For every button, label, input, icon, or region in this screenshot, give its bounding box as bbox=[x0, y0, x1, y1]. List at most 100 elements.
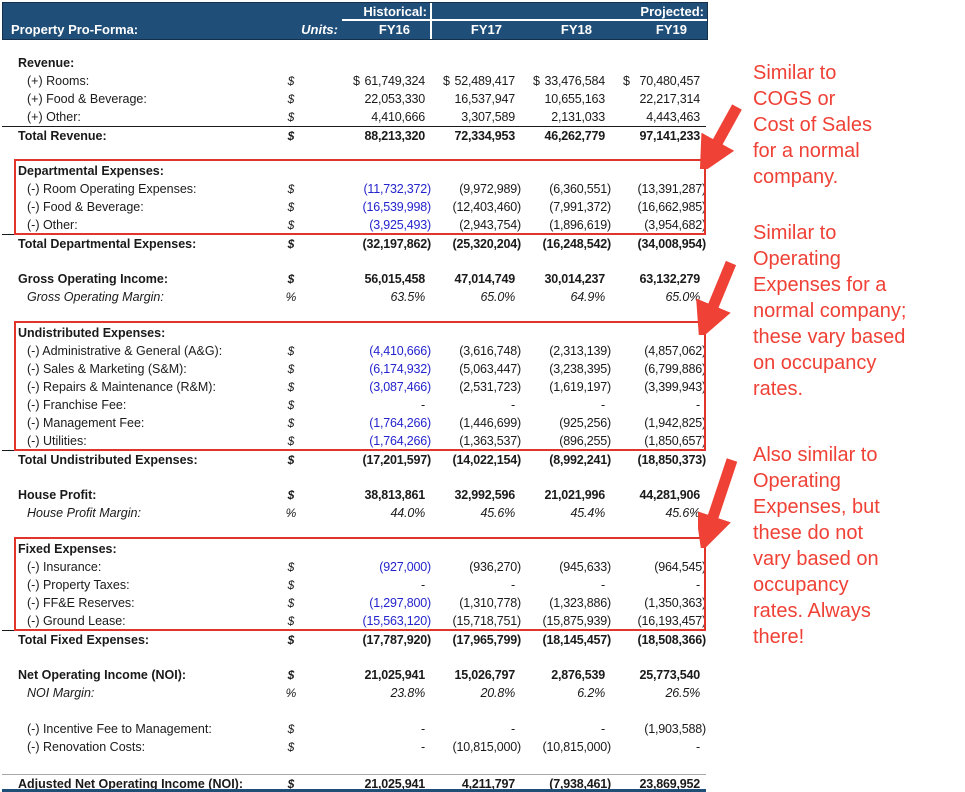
cell-fy18[interactable]: (945,633) bbox=[521, 560, 611, 574]
historical-group-header[interactable]: Historical: bbox=[342, 3, 432, 21]
cell-fy18[interactable]: (925,256) bbox=[521, 416, 611, 430]
row-label[interactable]: (-) Insurance: bbox=[2, 560, 270, 574]
column-header-fy17[interactable]: FY17 bbox=[432, 21, 522, 39]
cell-fy16[interactable]: (1,297,800) bbox=[341, 596, 431, 610]
row-label[interactable]: Total Undistributed Expenses: bbox=[2, 453, 270, 467]
row-label[interactable]: (-) Renovation Costs: bbox=[2, 740, 270, 754]
cell-fy19[interactable]: (16,662,985) bbox=[611, 200, 706, 214]
cell-fy18[interactable]: 10,655,163 bbox=[521, 92, 611, 106]
cell-fy16[interactable]: (3,087,466) bbox=[341, 380, 431, 394]
cell-fy17[interactable]: (9,972,989) bbox=[431, 182, 521, 196]
cell-fy18[interactable]: - bbox=[521, 722, 611, 736]
row-label[interactable]: (-) Management Fee: bbox=[2, 416, 270, 430]
cell-fy17[interactable]: (2,943,754) bbox=[431, 218, 521, 232]
cell-fy16[interactable]: - bbox=[341, 398, 431, 412]
row-label[interactable]: Departmental Expenses: bbox=[2, 164, 270, 178]
cell-fy17[interactable]: (12,403,460) bbox=[431, 200, 521, 214]
cell-fy16[interactable]: 88,213,320 bbox=[341, 129, 431, 143]
cell-fy18[interactable]: (10,815,000) bbox=[521, 740, 611, 754]
cell-fy18[interactable]: 2,876,539 bbox=[521, 668, 611, 682]
cell-fy18[interactable]: (8,992,241) bbox=[521, 453, 611, 467]
units-cell[interactable]: $ bbox=[270, 110, 312, 124]
units-cell[interactable]: $ bbox=[270, 200, 312, 214]
units-cell[interactable]: $ bbox=[270, 633, 312, 647]
units-cell[interactable]: $ bbox=[270, 722, 312, 736]
cell-fy16[interactable]: 63.5% bbox=[341, 290, 431, 304]
cell-fy17[interactable]: 16,537,947 bbox=[431, 92, 521, 106]
cell-fy17[interactable]: (10,815,000) bbox=[431, 740, 521, 754]
cell-fy16[interactable]: (17,787,920) bbox=[341, 633, 431, 647]
row-label[interactable]: House Profit: bbox=[2, 488, 270, 502]
row-label[interactable]: NOI Margin: bbox=[2, 686, 270, 700]
cell-fy18[interactable]: 46,262,779 bbox=[521, 129, 611, 143]
units-cell[interactable]: $ bbox=[270, 182, 312, 196]
cell-fy19[interactable]: (964,545) bbox=[611, 560, 706, 574]
cell-fy19[interactable]: (3,399,943) bbox=[611, 380, 706, 394]
units-cell[interactable]: $ bbox=[270, 488, 312, 502]
cell-fy17[interactable]: $52,489,417 bbox=[431, 74, 521, 88]
cell-fy17[interactable]: 47,014,749 bbox=[431, 272, 521, 286]
row-label[interactable]: (+) Food & Beverage: bbox=[2, 92, 270, 106]
cell-fy16[interactable]: (1,764,266) bbox=[341, 416, 431, 430]
cell-fy17[interactable]: (17,965,799) bbox=[431, 633, 521, 647]
cell-fy17[interactable]: (936,270) bbox=[431, 560, 521, 574]
units-cell[interactable]: $ bbox=[270, 362, 312, 376]
cell-fy18[interactable]: $33,476,584 bbox=[521, 74, 611, 88]
cell-fy16[interactable]: (15,563,120) bbox=[341, 614, 431, 628]
row-label[interactable]: Total Fixed Expenses: bbox=[2, 633, 270, 647]
cell-fy19[interactable]: (4,857,062) bbox=[611, 344, 706, 358]
cell-fy17[interactable]: (25,320,204) bbox=[431, 237, 521, 251]
cell-fy17[interactable]: 20.8% bbox=[431, 686, 521, 700]
cell-fy18[interactable]: (15,875,939) bbox=[521, 614, 611, 628]
column-header-fy16[interactable]: FY16 bbox=[342, 21, 432, 39]
cell-fy16[interactable]: (11,732,372) bbox=[341, 182, 431, 196]
cell-fy17[interactable]: 32,992,596 bbox=[431, 488, 521, 502]
cell-fy19[interactable]: 25,773,540 bbox=[611, 668, 706, 682]
cell-fy16[interactable]: (6,174,932) bbox=[341, 362, 431, 376]
cell-fy17[interactable]: - bbox=[431, 398, 521, 412]
cell-fy19[interactable]: (13,391,287) bbox=[611, 182, 706, 196]
row-label[interactable]: Fixed Expenses: bbox=[2, 542, 270, 556]
cell-fy19[interactable]: - bbox=[611, 740, 706, 754]
row-label[interactable]: (-) Room Operating Expenses: bbox=[2, 182, 270, 196]
row-label[interactable]: (-) Property Taxes: bbox=[2, 578, 270, 592]
cell-fy17[interactable]: (3,616,748) bbox=[431, 344, 521, 358]
cell-fy19[interactable]: 65.0% bbox=[611, 290, 706, 304]
cell-fy17[interactable]: 72,334,953 bbox=[431, 129, 521, 143]
column-header-fy18[interactable]: FY18 bbox=[522, 21, 612, 39]
cell-fy19[interactable]: (34,008,954) bbox=[611, 237, 706, 251]
cell-fy19[interactable]: $70,480,457 bbox=[611, 74, 706, 88]
cell-fy17[interactable]: (1,446,699) bbox=[431, 416, 521, 430]
cell-fy16[interactable]: 4,410,666 bbox=[341, 110, 431, 124]
cell-fy17[interactable]: 3,307,589 bbox=[431, 110, 521, 124]
cell-fy16[interactable]: (32,197,862) bbox=[341, 237, 431, 251]
cell-fy18[interactable]: - bbox=[521, 578, 611, 592]
units-cell[interactable]: $ bbox=[270, 740, 312, 754]
cell-fy19[interactable]: (6,799,886) bbox=[611, 362, 706, 376]
units-cell[interactable]: % bbox=[270, 686, 312, 700]
cell-fy16[interactable]: 21,025,941 bbox=[341, 668, 431, 682]
units-cell[interactable]: $ bbox=[270, 614, 312, 628]
cell-fy19[interactable]: 26.5% bbox=[611, 686, 706, 700]
units-cell[interactable]: % bbox=[270, 290, 312, 304]
cell-fy18[interactable]: (896,255) bbox=[521, 434, 611, 448]
units-cell[interactable]: $ bbox=[270, 560, 312, 574]
cell-fy19[interactable]: (1,903,588) bbox=[611, 722, 706, 736]
cell-fy19[interactable]: (18,850,373) bbox=[611, 453, 706, 467]
cell-fy17[interactable]: 65.0% bbox=[431, 290, 521, 304]
column-header-fy19[interactable]: FY19 bbox=[612, 21, 707, 39]
cell-fy17[interactable]: (1,310,778) bbox=[431, 596, 521, 610]
row-label[interactable]: (-) FF&E Reserves: bbox=[2, 596, 270, 610]
row-label[interactable]: Total Departmental Expenses: bbox=[2, 237, 270, 251]
cell-fy16[interactable]: (16,539,998) bbox=[341, 200, 431, 214]
cell-fy17[interactable]: - bbox=[431, 722, 521, 736]
cell-fy18[interactable]: (1,619,197) bbox=[521, 380, 611, 394]
row-label[interactable]: Gross Operating Margin: bbox=[2, 290, 270, 304]
cell-fy18[interactable]: 30,014,237 bbox=[521, 272, 611, 286]
cell-fy19[interactable]: - bbox=[611, 398, 706, 412]
cell-fy16[interactable]: (4,410,666) bbox=[341, 344, 431, 358]
cell-fy16[interactable]: 23.8% bbox=[341, 686, 431, 700]
cell-fy17[interactable]: (2,531,723) bbox=[431, 380, 521, 394]
cell-fy16[interactable]: $61,749,324 bbox=[341, 74, 431, 88]
units-cell[interactable]: $ bbox=[270, 92, 312, 106]
